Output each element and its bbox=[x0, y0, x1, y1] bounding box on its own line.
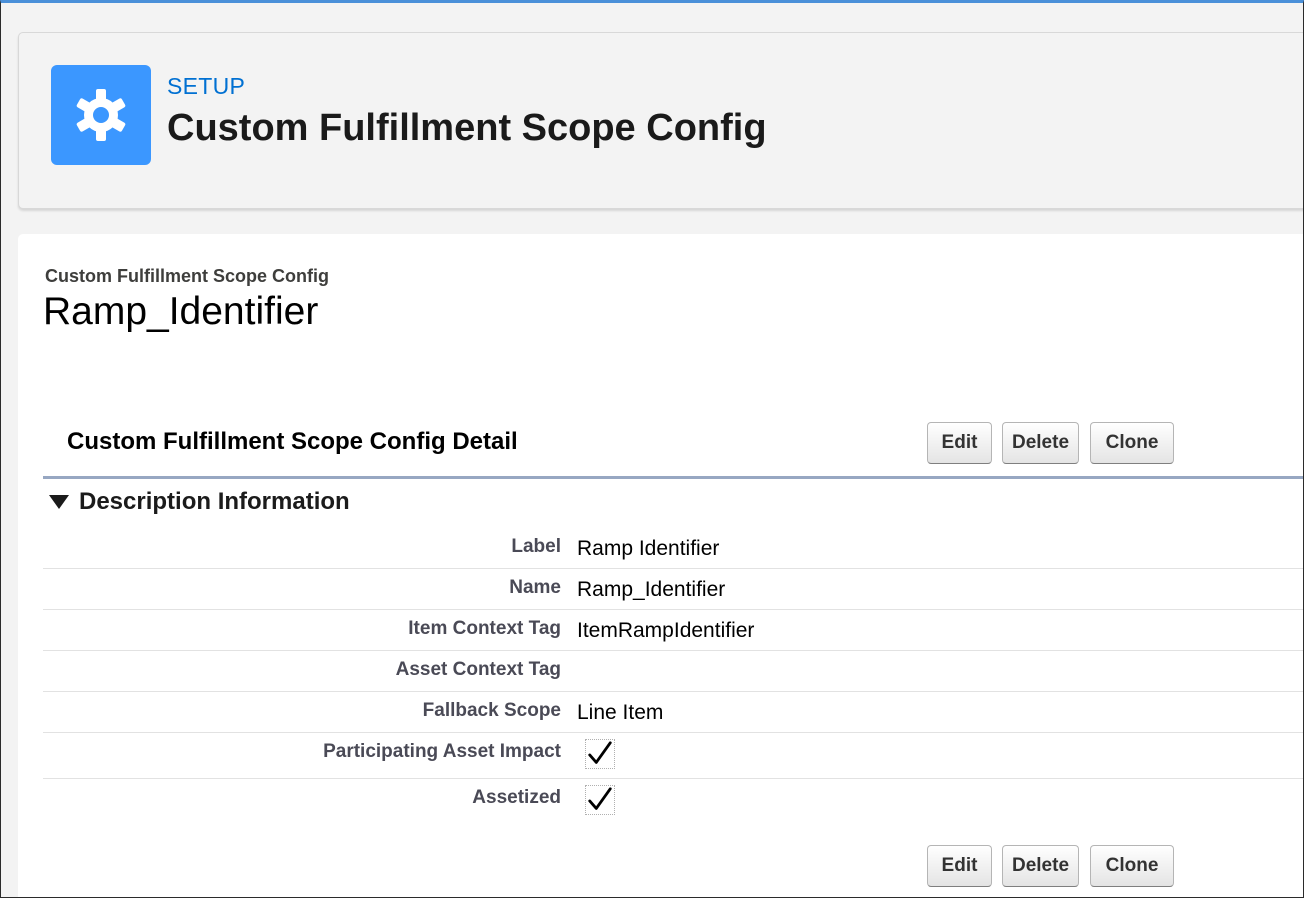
record-detail-panel: Custom Fulfillment Scope Config Ramp_Ide… bbox=[18, 234, 1303, 897]
field-row-assetized: Assetized bbox=[43, 779, 1303, 825]
field-label: Asset Context Tag bbox=[395, 659, 561, 680]
detail-section-title: Custom Fulfillment Scope Config Detail bbox=[67, 428, 518, 455]
field-row-item-context-tag: Item Context Tag ItemRampIdentifier bbox=[43, 610, 1303, 651]
field-label: Assetized bbox=[472, 787, 561, 808]
delete-button-top[interactable]: Delete bbox=[1002, 422, 1079, 464]
checkbox-checked-icon bbox=[585, 785, 615, 815]
field-row-asset-context-tag: Asset Context Tag bbox=[43, 651, 1303, 692]
detail-divider bbox=[43, 476, 1303, 479]
collapse-triangle-icon[interactable] bbox=[49, 495, 69, 509]
gear-icon bbox=[76, 89, 126, 141]
field-row-fallback-scope: Fallback Scope Line Item bbox=[43, 692, 1303, 733]
app-frame: SETUP Custom Fulfillment Scope Config Cu… bbox=[0, 0, 1304, 898]
field-value: ItemRampIdentifier bbox=[577, 619, 755, 642]
edit-button-top[interactable]: Edit bbox=[927, 422, 992, 464]
field-value: Ramp_Identifier bbox=[577, 578, 726, 601]
record-type-label: Custom Fulfillment Scope Config bbox=[45, 266, 329, 286]
record-name: Ramp_Identifier bbox=[43, 290, 319, 333]
field-label: Item Context Tag bbox=[408, 618, 561, 639]
clone-button-bottom[interactable]: Clone bbox=[1090, 845, 1174, 887]
clone-button-top[interactable]: Clone bbox=[1090, 422, 1174, 464]
field-row-name: Name Ramp_Identifier bbox=[43, 569, 1303, 610]
setup-header: SETUP Custom Fulfillment Scope Config bbox=[18, 32, 1303, 209]
delete-button-bottom[interactable]: Delete bbox=[1002, 845, 1079, 887]
field-row-label: Label Ramp Identifier bbox=[43, 528, 1303, 569]
field-value: Line Item bbox=[577, 701, 664, 724]
field-label: Name bbox=[509, 577, 561, 598]
page-title: Custom Fulfillment Scope Config bbox=[167, 107, 767, 149]
checkbox-checked-icon bbox=[585, 739, 615, 769]
setup-icon-tile bbox=[51, 65, 151, 165]
field-label: Participating Asset Impact bbox=[323, 741, 561, 762]
section-title: Description Information bbox=[79, 488, 350, 515]
field-row-participating-asset-impact: Participating Asset Impact bbox=[43, 733, 1303, 779]
description-section-header[interactable]: Description Information bbox=[49, 488, 350, 516]
edit-button-bottom[interactable]: Edit bbox=[927, 845, 992, 887]
field-label: Fallback Scope bbox=[422, 700, 561, 721]
field-label: Label bbox=[511, 536, 561, 557]
field-value: Ramp Identifier bbox=[577, 537, 720, 560]
setup-label: SETUP bbox=[167, 73, 246, 99]
